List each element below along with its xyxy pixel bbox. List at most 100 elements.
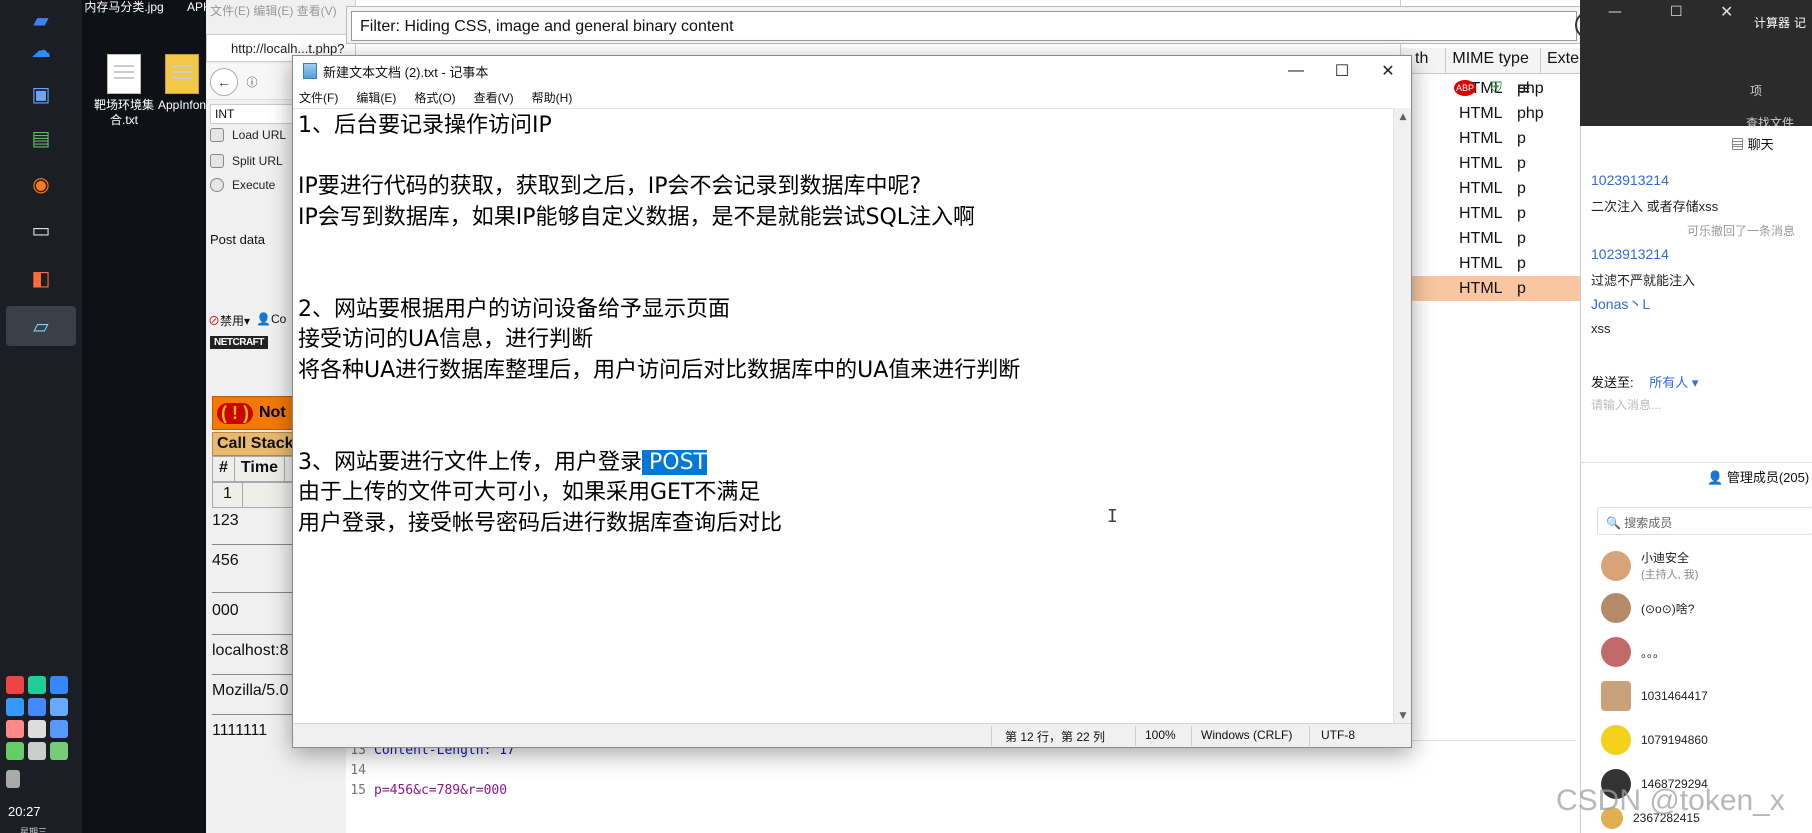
close-button[interactable]: ✕ <box>1365 56 1411 86</box>
text-line: 用户登录，接受帐号密码后进行数据库查询后对比 <box>298 510 783 536</box>
calculator-shortcut[interactable]: 计算器 <box>1754 14 1790 31</box>
member-search-input[interactable]: 🔍 搜索成员 <box>1597 507 1812 535</box>
side-item[interactable]: 项 <box>1750 82 1762 99</box>
scroll-up-icon[interactable]: ▲ <box>1394 108 1412 126</box>
window-close-icon[interactable]: ✕ <box>1720 2 1733 21</box>
load-url-button[interactable]: Load URL <box>210 128 286 142</box>
chat-username[interactable]: 1023913214 <box>1591 246 1669 262</box>
desktop-icon-jpg[interactable]: 内存马分类.jpg <box>84 0 164 15</box>
info-icon[interactable]: ⓘ <box>242 72 262 92</box>
cookies-label: Co <box>271 312 287 326</box>
member-item[interactable]: 小迪安全 (主持人, 我) <box>1601 549 1698 582</box>
browser-menubar[interactable]: 文件(E) 编辑(E) 查看(V) <box>210 2 337 19</box>
minimize-button[interactable]: — <box>1273 56 1319 86</box>
window-minimize-icon[interactable]: — <box>1608 4 1622 20</box>
desktop-icon-txt[interactable]: 靶场环境集合.txt <box>86 54 162 128</box>
taskbar-clock[interactable]: 20:27 <box>8 804 41 819</box>
request-editor: 13 Content-Length: 17 14 15 p=456&c=789&r=… <box>346 740 1576 833</box>
folder-icon <box>165 54 199 94</box>
chrome-icon[interactable] <box>6 676 24 694</box>
code-line: 14 <box>346 763 374 778</box>
chat-message: 过滤不严就能注入 <box>1591 273 1696 288</box>
upload-icon[interactable] <box>50 676 68 694</box>
menu-format[interactable]: 格式(O) <box>414 89 455 106</box>
settings-icon[interactable] <box>6 720 24 738</box>
members-header: 👤 管理成员(205) <box>1707 467 1809 486</box>
mime-cell: HTML <box>1459 254 1503 272</box>
avatar <box>1601 725 1631 755</box>
chat-username[interactable]: 1023913214 <box>1591 172 1669 188</box>
xdebug-warning-icon: ( ! ) <box>217 402 253 424</box>
table-row[interactable]: HTML p <box>1401 201 1581 226</box>
notepad-text-area[interactable]: 1、后台要记录操作访问IP IP要进行代码的获取，获取到之后，IP会不会记录到数… <box>293 108 1393 725</box>
back-arrow-icon[interactable]: ← <box>210 68 238 96</box>
menu-view[interactable]: 查看(V) <box>474 89 514 106</box>
divider <box>1309 726 1310 746</box>
terminal-icon[interactable]: ▭ <box>21 210 61 250</box>
cloud-icon[interactable] <box>6 698 24 716</box>
app-icon-orange[interactable]: ◧ <box>21 258 61 298</box>
table-row[interactable]: HTML p <box>1401 126 1581 151</box>
member-item[interactable]: (⊙o⊙)啥? <box>1601 593 1694 623</box>
app-icon-remote[interactable]: ▣ <box>21 74 61 114</box>
hamburger-menu-icon[interactable]: ≡ <box>1516 78 1531 99</box>
notepad-window: 新建文本文档 (2).txt - 记事本 — ☐ ✕ 文件(F) 编辑(E) 格… <box>292 55 1412 748</box>
mic-icon[interactable] <box>28 720 46 738</box>
menu-help[interactable]: 帮助(H) <box>532 89 573 106</box>
divider <box>1135 726 1136 746</box>
table-row[interactable]: HTML p <box>1401 226 1581 251</box>
nvidia-icon[interactable] <box>6 742 24 760</box>
notepad-titlebar[interactable]: 新建文本文档 (2).txt - 记事本 — ☐ ✕ <box>293 56 1411 86</box>
notepad-statusbar: 第 12 行，第 22 列 100% Windows (CRLF) UTF-8 <box>293 723 1411 747</box>
shield-extension-icon[interactable]: ⛨ <box>1490 78 1502 98</box>
table-row[interactable]: HTML p <box>1401 251 1581 276</box>
app-icon-cloud[interactable]: ☁ <box>21 30 61 70</box>
execute-button[interactable]: Execute <box>210 178 275 192</box>
chat-username[interactable]: Jonas丶L <box>1591 294 1650 314</box>
table-row[interactable]: HTML p <box>1401 151 1581 176</box>
member-item[interactable]: 。。。 <box>1601 637 1665 667</box>
member-search-placeholder: 搜索成员 <box>1624 516 1673 530</box>
member-item[interactable]: 1031464417 <box>1601 681 1708 711</box>
filter-input[interactable]: Filter: Hiding CSS, image and general bi… <box>351 11 1577 41</box>
app-icon-chart[interactable]: ▤ <box>21 118 61 158</box>
tray-row-3 <box>6 720 78 738</box>
menu-edit[interactable]: 编辑(E) <box>356 89 396 106</box>
notes-shortcut[interactable]: 记 <box>1794 14 1806 31</box>
network-icon[interactable] <box>50 698 68 716</box>
send-to-dropdown[interactable]: 所有人 ▾ <box>1649 375 1698 390</box>
volume-icon[interactable] <box>6 770 20 788</box>
netcraft-logo[interactable]: NETCRAFT <box>210 336 268 349</box>
table-row[interactable]: HTML p <box>1401 176 1581 201</box>
execute-icon <box>210 178 224 192</box>
ext-cell: p <box>1517 129 1526 147</box>
desktop-icon-appinfo[interactable]: AppInfoner <box>158 54 206 113</box>
shield-icon[interactable] <box>28 676 46 694</box>
cloud-alt-icon[interactable] <box>28 698 46 716</box>
window-maximize-icon[interactable]: ☐ <box>1670 4 1683 20</box>
bluetooth-icon[interactable] <box>50 720 68 738</box>
notepad-taskbar-icon[interactable]: ▱ <box>6 306 76 346</box>
maximize-button[interactable]: ☐ <box>1319 56 1365 86</box>
chat-input[interactable]: 请输入消息... <box>1591 396 1661 413</box>
table-row-selected[interactable]: HTML p <box>1401 276 1581 301</box>
firefox-icon[interactable]: ◉ <box>21 164 61 204</box>
adblock-icon[interactable]: ABP <box>1454 80 1477 96</box>
vertical-scrollbar[interactable]: ▲ ▼ <box>1393 108 1411 725</box>
display-icon[interactable] <box>28 742 46 760</box>
text-line <box>298 417 1388 448</box>
menu-file[interactable]: 文件(F) <box>299 89 338 106</box>
cookies-button[interactable]: 👤Co <box>256 312 286 329</box>
http-history-table: th MIME type Exte HTML php HTML php HTML p … <box>1400 0 1581 392</box>
member-item[interactable]: 1079194860 <box>1601 725 1708 755</box>
chat-panel: ▤ 聊天 1023913214 二次注入 或者存储xss 可乐撤回了一条消息 1… <box>1580 126 1812 462</box>
wechat-icon[interactable] <box>50 742 68 760</box>
filter-bar: Filter: Hiding CSS, image and general bi… <box>346 6 1608 44</box>
text-line: IP要进行代码的获取，获取到之后，IP会不会记录到数据库中呢? <box>298 174 922 200</box>
disable-button[interactable]: ⊘禁用▾ <box>208 312 250 329</box>
browser-extension-bar: ABP ⛨ ≡ <box>1444 70 1580 106</box>
mime-cell: HTML <box>1459 179 1503 197</box>
avatar <box>1601 550 1631 581</box>
split-url-button[interactable]: Split URL <box>210 154 283 168</box>
notepad-title: 新建文本文档 (2).txt - 记事本 <box>323 64 489 80</box>
